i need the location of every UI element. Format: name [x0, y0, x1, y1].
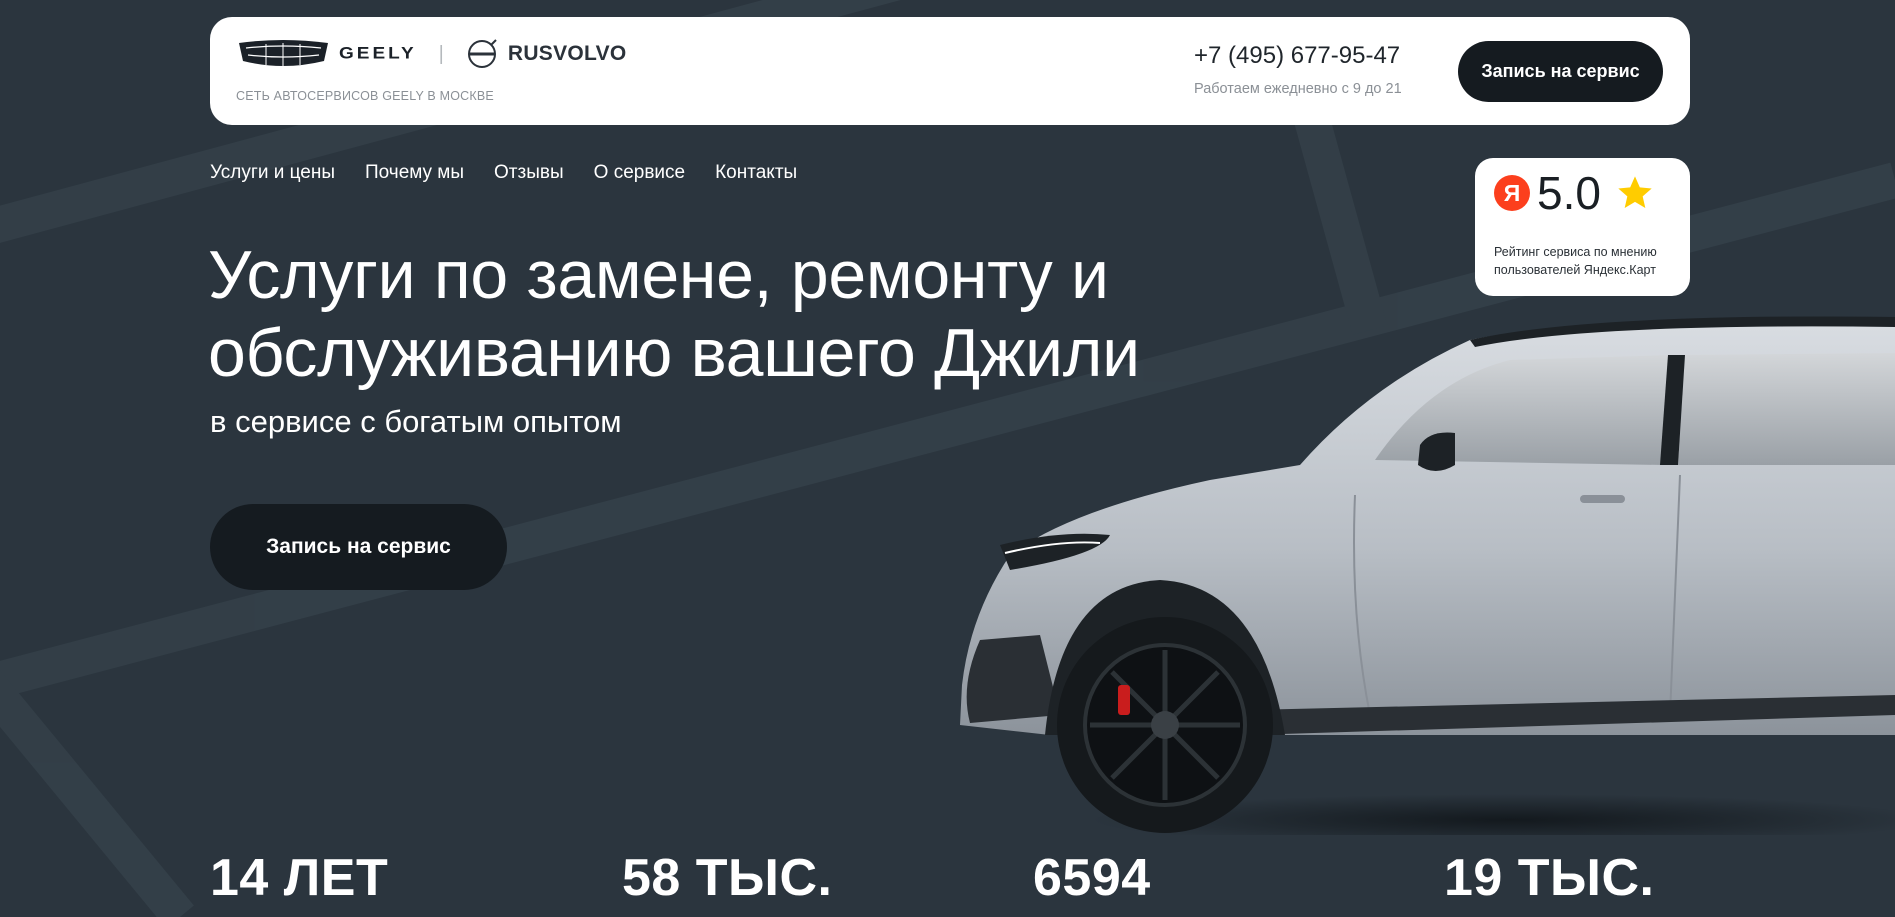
- volvo-emblem-icon: [467, 39, 497, 68]
- stat-orders: 19 ТЫС.: [1444, 849, 1655, 907]
- header-service-booking-button[interactable]: Запись на сервис: [1458, 41, 1663, 102]
- geely-emblem-icon: [239, 40, 328, 67]
- tagline: СЕТЬ АВТОСЕРВИСОВ GEELY В МОСКВЕ: [236, 89, 494, 103]
- brand-logos[interactable]: GEELY | RUSVOLVO: [236, 37, 627, 71]
- main-nav: Услуги и цены Почему мы Отзывы О сервисе…: [210, 162, 827, 184]
- hero-title-line-1: Услуги по замене, ремонту и: [208, 237, 1109, 313]
- logo-divider: |: [438, 42, 444, 65]
- rating-score: 5.0: [1537, 167, 1601, 219]
- nav-item-services[interactable]: Услуги и цены: [210, 162, 335, 184]
- rusvolvo-wordmark: RUSVOLVO: [507, 42, 627, 65]
- hero-subtitle: в сервисе с богатым опытом: [210, 404, 622, 439]
- geely-wordmark: GEELY: [339, 44, 417, 63]
- working-hours: Работаем ежедневно с 9 до 21: [1194, 81, 1402, 97]
- stat-years: 14 ЛЕТ: [210, 849, 389, 907]
- stat-count: 6594: [1033, 849, 1151, 907]
- nav-item-reviews[interactable]: Отзывы: [494, 162, 564, 184]
- hero-service-booking-button[interactable]: Запись на сервис: [210, 504, 507, 590]
- phone-link[interactable]: +7 (495) 677-95-47: [1194, 42, 1400, 70]
- nav-item-contacts[interactable]: Контакты: [715, 162, 797, 184]
- header-card: GEELY | RUSVOLVO СЕТЬ АВТОСЕРВИСОВ GEELY…: [210, 17, 1690, 125]
- car-image: [960, 316, 1895, 835]
- yandex-logo-icon: Я: [1494, 175, 1530, 211]
- rating-caption: Рейтинг сервиса по мнению пользователей …: [1494, 245, 1657, 277]
- nav-item-why-us[interactable]: Почему мы: [365, 162, 464, 184]
- yandex-rating-card[interactable]: Я 5.0 Рейтинг сервиса по мнению пользова…: [1475, 158, 1690, 296]
- star-icon: [1618, 176, 1652, 208]
- nav-item-about[interactable]: О сервисе: [594, 162, 685, 184]
- stat-clients: 58 ТЫС.: [622, 849, 833, 907]
